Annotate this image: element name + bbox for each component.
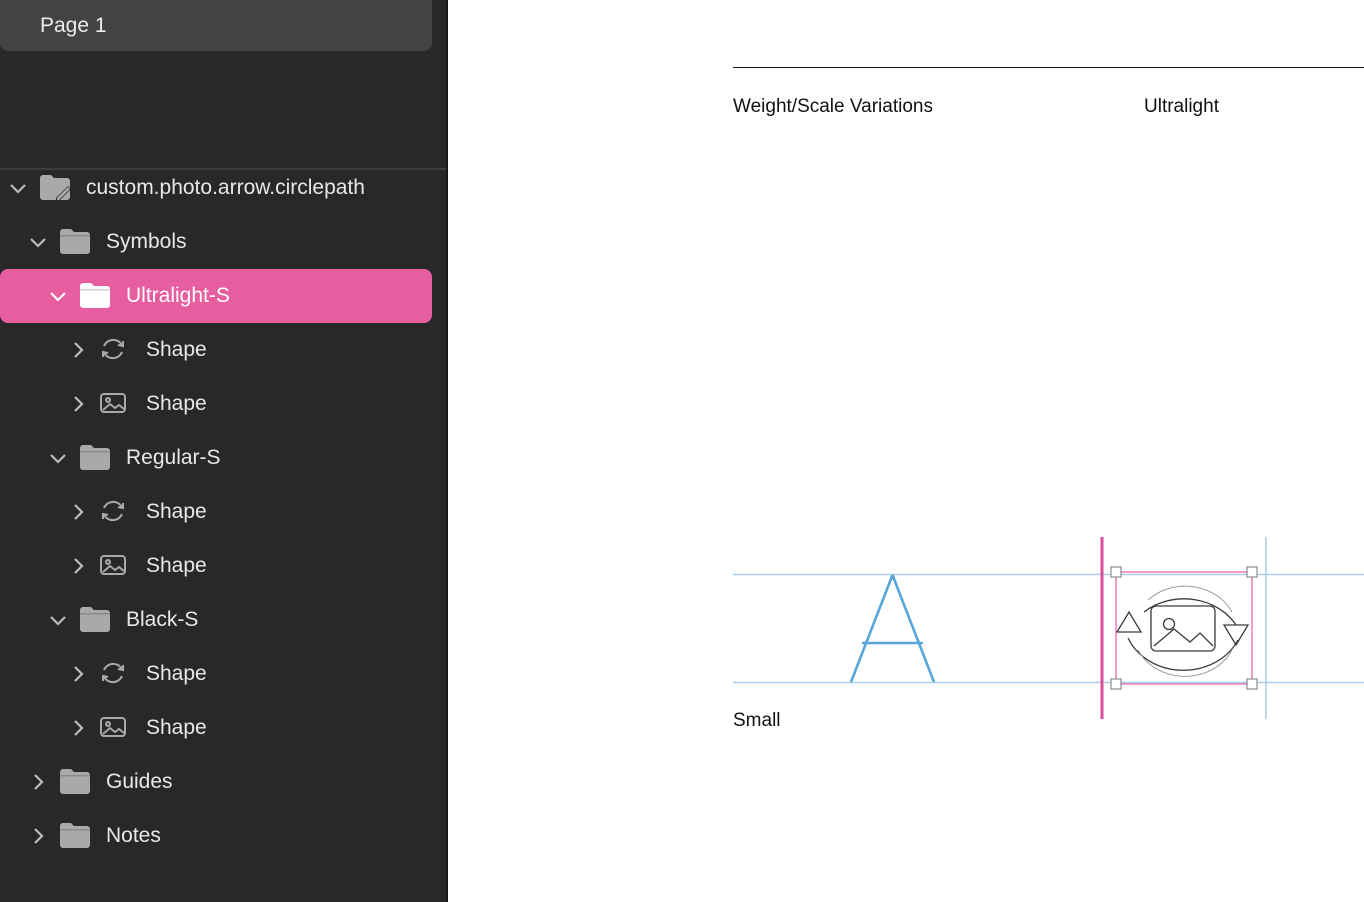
chevron-right-icon[interactable] <box>68 718 88 738</box>
layer-label: Shape <box>146 392 207 415</box>
canvas-artwork <box>733 67 1364 719</box>
layer-row-notes[interactable]: Notes <box>0 809 432 863</box>
layer-label: Notes <box>106 824 161 847</box>
layers-sidebar: Page 1 custom.photo.arrow.circlepath Symb… <box>0 0 448 902</box>
layer-label: Black-S <box>126 608 199 631</box>
photo-icon <box>98 712 132 742</box>
layer-row-black-s[interactable]: Black-S <box>0 593 432 647</box>
chevron-right-icon[interactable] <box>28 772 48 792</box>
ultralight-heading: Ultralight <box>1144 96 1219 117</box>
layer-row-regular-s[interactable]: Regular-S <box>0 431 432 485</box>
reference-glyph-a <box>849 574 936 683</box>
selection-handle-top-right <box>1246 566 1258 578</box>
circle-arrows-icon <box>98 496 132 526</box>
chevron-down-icon[interactable] <box>48 610 68 630</box>
layer-row-shape[interactable]: Shape <box>0 323 432 377</box>
layer-row-shape[interactable]: Shape <box>0 485 432 539</box>
layer-row-shape[interactable]: Shape <box>0 647 432 701</box>
layer-label: Shape <box>146 662 207 685</box>
selection-handle-bottom-left <box>1110 678 1122 690</box>
weight-scale-heading: Weight/Scale Variations <box>733 96 933 117</box>
circle-arrows-icon <box>98 658 132 688</box>
layer-label: Shape <box>146 338 207 361</box>
pages-panel: Page 1 <box>0 0 446 168</box>
photo-icon <box>98 550 132 580</box>
folder-icon <box>78 280 112 310</box>
layer-row-shape[interactable]: Shape <box>0 539 432 593</box>
photo-icon <box>98 388 132 418</box>
layer-label: Symbols <box>106 230 187 253</box>
layer-row-symbols[interactable]: Symbols <box>0 215 432 269</box>
circle-arrows-icon <box>98 334 132 364</box>
folder-icon <box>58 766 92 796</box>
chevron-down-icon[interactable] <box>48 286 68 306</box>
document-folder-icon <box>38 172 72 202</box>
chevron-right-icon[interactable] <box>68 664 88 684</box>
layer-row-shape[interactable]: Shape <box>0 701 432 755</box>
canvas[interactable]: Weight/Scale Variations Ultralight Small <box>448 0 1364 902</box>
layer-row-guides[interactable]: Guides <box>0 755 432 809</box>
chevron-down-icon[interactable] <box>8 178 28 198</box>
layer-label: Regular-S <box>126 446 221 469</box>
chevron-down-icon[interactable] <box>28 232 48 252</box>
selection-handle-top-left <box>1110 566 1122 578</box>
page-label: Page 1 <box>40 14 107 37</box>
layer-label: Shape <box>146 716 207 739</box>
photo-arrow-circlepath-symbol <box>1115 585 1250 677</box>
chevron-down-icon[interactable] <box>48 448 68 468</box>
layer-row-ultralight-s[interactable]: Ultralight-S <box>0 269 432 323</box>
page-item-page-1[interactable]: Page 1 <box>0 0 432 51</box>
layer-label: Shape <box>146 554 207 577</box>
layer-label: Ultralight-S <box>126 284 230 307</box>
layer-label: custom.photo.arrow.circlepath <box>86 176 365 199</box>
chevron-right-icon[interactable] <box>28 826 48 846</box>
chevron-right-icon[interactable] <box>68 502 88 522</box>
chevron-right-icon[interactable] <box>68 556 88 576</box>
folder-icon <box>58 820 92 850</box>
layer-label: Shape <box>146 500 207 523</box>
selection-handle-bottom-right <box>1246 678 1258 690</box>
folder-icon <box>78 604 112 634</box>
folder-icon <box>78 442 112 472</box>
layer-row-custom-photo-arrow-circlepath[interactable]: custom.photo.arrow.circlepath <box>0 161 432 215</box>
chevron-right-icon[interactable] <box>68 394 88 414</box>
layer-row-shape[interactable]: Shape <box>0 377 432 431</box>
chevron-right-icon[interactable] <box>68 340 88 360</box>
folder-icon <box>58 226 92 256</box>
small-scale-label: Small <box>733 710 781 731</box>
layer-label: Guides <box>106 770 173 793</box>
